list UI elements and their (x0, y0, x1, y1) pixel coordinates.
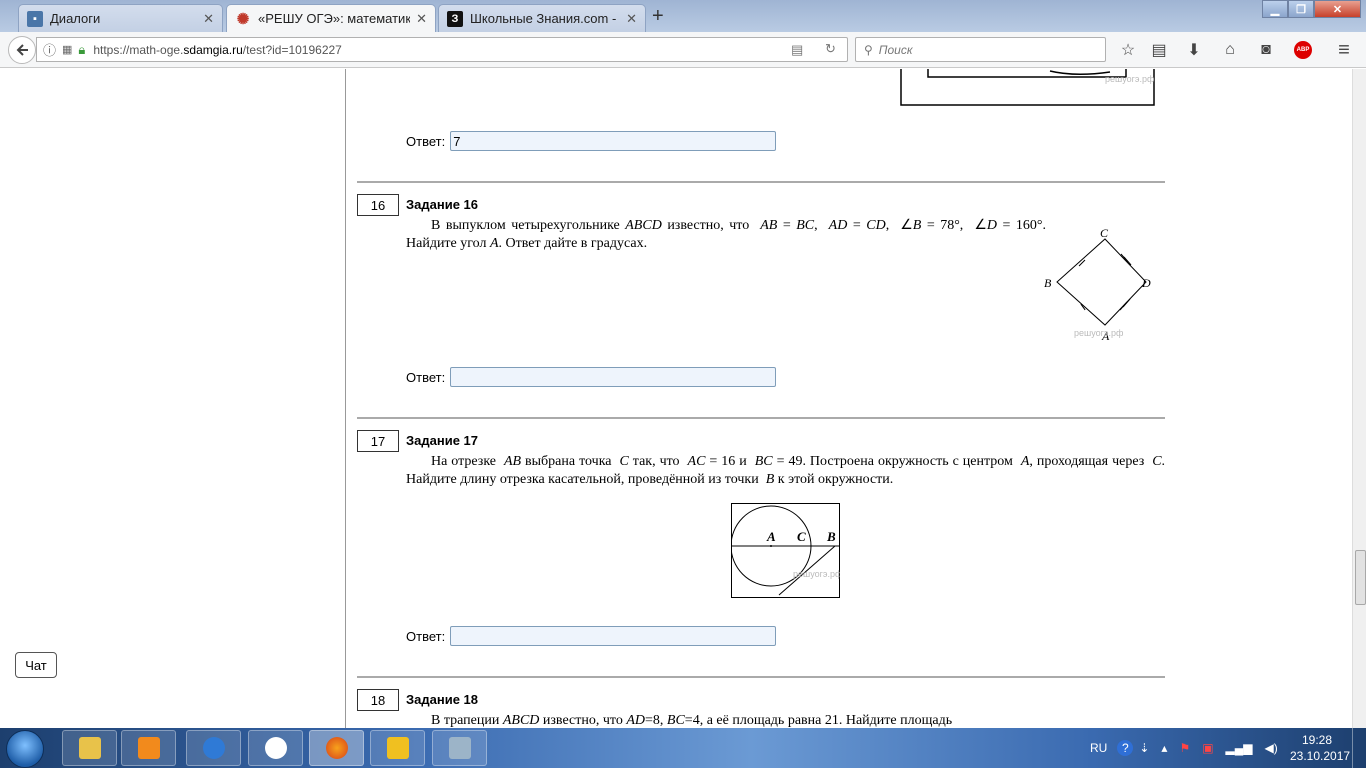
search-bar[interactable]: ⚲ Поиск (855, 37, 1106, 62)
close-icon[interactable]: ✕ (626, 11, 637, 27)
search-placeholder: Поиск (878, 42, 913, 57)
close-window-button[interactable]: ✕ (1314, 0, 1361, 18)
tab-dialogs[interactable]: ▪ Диалоги ✕ (18, 4, 223, 32)
media-player-taskbar-icon[interactable] (121, 730, 176, 766)
page-scrollbar[interactable] (1352, 69, 1366, 728)
adblock-icon[interactable]: ABP (1291, 38, 1315, 62)
clock[interactable]: 19:28 23.10.2017 (1290, 732, 1351, 764)
answer-label: Ответ: (406, 628, 446, 644)
power-icon[interactable]: ▣ (1202, 741, 1213, 755)
clock-date: 23.10.2017 (1290, 749, 1351, 763)
task16-figure: C B D A решуогэ.рф (1044, 226, 1151, 343)
minimize-button[interactable]: ▁ (1262, 0, 1288, 18)
tab-reshu-oge[interactable]: ✺ «РЕШУ ОГЭ»: математика. О ✕ (226, 4, 436, 32)
internet-explorer-taskbar-icon[interactable] (186, 730, 241, 766)
answer-label: Ответ: (406, 133, 446, 149)
search-icon: ⚲ (864, 42, 873, 57)
answer-label: Ответ: (406, 369, 446, 385)
maximize-button[interactable]: ❐ (1288, 0, 1314, 18)
point-a-label: A (766, 529, 776, 544)
pocket-icon[interactable]: ◙ (1254, 38, 1278, 62)
vertex-d-label: D (1141, 276, 1151, 290)
system-tray: RU ? ⇣ ▴ ⚑ ▣ ▂▄▆ ◀) (1090, 728, 1278, 768)
close-icon[interactable]: ✕ (416, 11, 427, 27)
firefox-taskbar-icon[interactable] (309, 730, 364, 766)
task16-title: Задание 16 (406, 197, 479, 212)
chat-button[interactable]: Чат (15, 652, 57, 678)
close-icon[interactable]: ✕ (203, 11, 214, 27)
tab-label: Диалоги (50, 11, 101, 26)
help-icon[interactable]: ? (1117, 740, 1134, 756)
explorer-taskbar-icon[interactable] (62, 730, 117, 766)
divider (357, 676, 1165, 678)
task16-answer: Ответ: (406, 367, 777, 387)
watermark: решуогэ.рф (1074, 328, 1124, 338)
reload-icon[interactable]: ↻ (825, 41, 836, 57)
new-tab-button[interactable]: + (652, 5, 664, 28)
task15-answer-input[interactable] (450, 131, 777, 151)
lock-icon[interactable]: 🔒︎ (78, 42, 85, 58)
vk-icon: ▪ (27, 10, 43, 27)
task15-figure: решуогэ.рф (900, 69, 1155, 106)
scrollbar-thumb[interactable] (1355, 550, 1366, 605)
vertex-b-label: B (1044, 276, 1052, 290)
menu-icon[interactable]: ≡ (1332, 38, 1356, 62)
downloads-icon[interactable]: ⬇ (1182, 38, 1206, 62)
divider (357, 417, 1165, 419)
show-desktop-button[interactable] (1352, 728, 1366, 768)
app-taskbar-icon[interactable] (370, 730, 425, 766)
start-button[interactable] (6, 730, 44, 768)
task16-text: В выпуклом четырехугольнике ABCD известн… (406, 218, 1046, 251)
watermark: решуогэ.рф (1105, 74, 1155, 84)
calculator-taskbar-icon[interactable] (432, 730, 487, 766)
flag-icon[interactable]: ⚑ (1179, 741, 1190, 755)
task18-number: 18 (357, 689, 399, 711)
navigation-toolbar: ⓘ ▦ 🔒︎ https://math-oge.sdamgia.ru/test?… (0, 32, 1366, 68)
browser-titlebar: ▪ Диалоги ✕ ✺ «РЕШУ ОГЭ»: математика. О … (0, 0, 1366, 32)
reader-view-icon[interactable]: ▤ (791, 42, 803, 58)
info-icon[interactable]: ⓘ (43, 40, 56, 59)
bookmark-star-icon[interactable]: ☆ (1116, 38, 1140, 62)
task17-answer: Ответ: (406, 626, 777, 646)
content-left-border (345, 69, 346, 728)
task18-text: В трапеции ABCD известно, что AD=8, BC=4… (431, 713, 953, 728)
task17-title: Задание 17 (406, 433, 479, 448)
back-arrow-icon (16, 44, 28, 56)
reshu-icon: ✺ (236, 10, 250, 28)
task17-figure: A C B решуогэ.рф (731, 503, 840, 598)
permissions-icon[interactable]: ▦ (62, 43, 72, 56)
tab-label: Школьные Знания.com - Ре (470, 11, 621, 26)
back-button[interactable] (8, 36, 36, 64)
volume-icon[interactable]: ◀) (1265, 741, 1278, 755)
task17-answer-input[interactable] (450, 626, 777, 646)
url-text[interactable]: https://math-oge.sdamgia.ru/test?id=1019… (93, 43, 342, 57)
task18-title: Задание 18 (406, 692, 479, 707)
clock-time: 19:28 (1301, 733, 1333, 747)
point-b-label: B (826, 529, 836, 544)
divider (357, 181, 1165, 183)
tab-znania[interactable]: З Школьные Знания.com - Ре ✕ (438, 4, 646, 32)
network-icon[interactable]: ▂▄▆ (1226, 741, 1253, 755)
point-c-label: C (797, 529, 806, 544)
mic-icon[interactable]: ⇣ (1139, 741, 1149, 755)
watermark: решуогэ.рф (793, 569, 840, 579)
task16-number: 16 (357, 194, 399, 216)
task17-number: 17 (357, 430, 399, 452)
language-indicator[interactable]: RU (1090, 741, 1107, 755)
home-icon[interactable]: ⌂ (1218, 38, 1242, 62)
bookmarks-library-icon[interactable]: ▤ (1147, 38, 1171, 62)
yandex-browser-taskbar-icon[interactable] (248, 730, 303, 766)
task15-answer: Ответ: (406, 131, 777, 151)
page-content: решуогэ.рф Ответ: 16 Задание 16 В выпукл… (0, 69, 1352, 728)
windows-taskbar: RU ? ⇣ ▴ ⚑ ▣ ▂▄▆ ◀) 19:28 23.10.2017 (0, 728, 1366, 768)
url-bar[interactable]: ⓘ ▦ 🔒︎ https://math-oge.sdamgia.ru/test?… (36, 37, 848, 62)
show-hidden-icons-icon[interactable]: ▴ (1161, 741, 1167, 755)
task17-text: На отрезке AB выбрана точка C так, что A… (406, 454, 1166, 487)
task16-answer-input[interactable] (450, 367, 777, 387)
vertex-c-label: C (1100, 226, 1109, 240)
tab-label: «РЕШУ ОГЭ»: математика. О (258, 11, 410, 26)
znania-icon: З (447, 10, 463, 27)
